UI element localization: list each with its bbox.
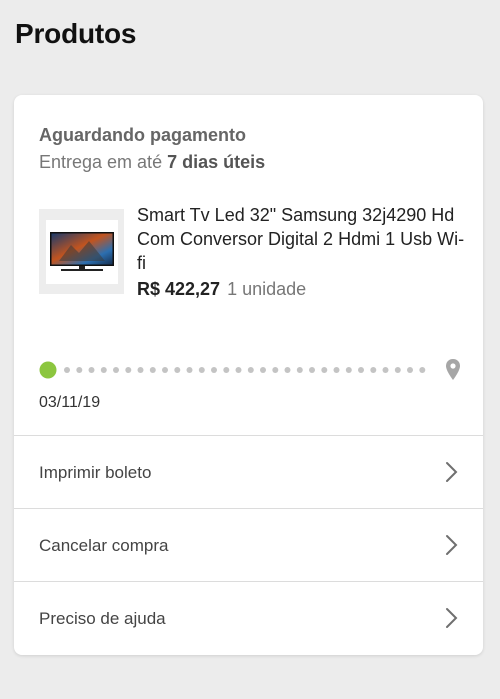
product-name[interactable]: Smart Tv Led 32" Samsung 32j4290 Hd Com … xyxy=(137,203,467,275)
tracker-dot xyxy=(137,367,144,373)
delivery-days: 7 dias úteis xyxy=(167,152,266,172)
chevron-right-icon xyxy=(446,535,458,555)
tv-thumbnail-icon xyxy=(49,231,114,271)
delivery-estimate: Entrega em até 7 dias úteis xyxy=(39,152,265,173)
tracker-dot xyxy=(260,367,266,373)
need-help-row[interactable]: Preciso de ajuda xyxy=(14,581,483,655)
tracking-date: 03/11/19 xyxy=(39,394,101,411)
tracker-dot xyxy=(247,367,254,373)
tracker-dot xyxy=(149,367,156,373)
tracker-dot xyxy=(113,367,119,373)
tracker-dot xyxy=(100,367,107,373)
tracker-dot xyxy=(223,367,230,373)
tracker-dot xyxy=(407,367,413,373)
tracker-dot xyxy=(186,367,193,373)
tracker-dot xyxy=(309,367,315,373)
tracker-dot xyxy=(198,367,205,373)
page-title: Produtos xyxy=(15,18,137,49)
chevron-right-icon xyxy=(446,462,458,482)
tracker-start-dot xyxy=(39,361,57,379)
tracker-dot xyxy=(162,367,168,373)
print-boleto-row[interactable]: Imprimir boleto xyxy=(14,435,483,509)
tracker-dot xyxy=(358,367,364,373)
print-boleto-label: Imprimir boleto xyxy=(39,463,152,482)
tracker-dot xyxy=(284,367,291,373)
cancel-purchase-label: Cancelar compra xyxy=(39,536,169,555)
tracker-dot xyxy=(382,367,389,373)
order-status: Aguardando pagamento xyxy=(39,125,247,145)
tracker-dot xyxy=(174,367,181,373)
tracker-dot xyxy=(88,367,95,373)
tracker-dot xyxy=(370,367,377,373)
location-pin-icon xyxy=(446,359,460,380)
need-help-label: Preciso de ajuda xyxy=(39,609,166,628)
tracker-dot xyxy=(419,367,426,373)
delivery-tracker xyxy=(39,359,460,380)
tracker-dot xyxy=(76,367,83,373)
tracker-dot xyxy=(235,367,242,373)
tracker-dot xyxy=(211,367,217,373)
tracker-dot xyxy=(394,367,401,373)
product-thumbnail[interactable] xyxy=(39,209,124,294)
tracker-dots xyxy=(64,367,426,373)
chevron-right-icon xyxy=(446,608,458,628)
cancel-purchase-row[interactable]: Cancelar compra xyxy=(14,508,483,582)
tracker-dot xyxy=(321,367,328,373)
tracker-dot xyxy=(296,367,303,373)
tracker-dot xyxy=(272,367,279,373)
product-price: R$ 422,27 xyxy=(137,279,221,299)
product-quantity: 1 unidade xyxy=(227,279,307,299)
order-card: Aguardando pagamento Entrega em até 7 di… xyxy=(14,95,483,655)
price-row: R$ 422,27 1 unidade xyxy=(137,279,306,300)
tracker-dot xyxy=(125,367,132,373)
delivery-prefix: Entrega em até xyxy=(39,152,163,172)
tracker-dot xyxy=(333,367,340,373)
tracker-dot xyxy=(64,367,70,373)
tracker-dot xyxy=(345,367,352,373)
